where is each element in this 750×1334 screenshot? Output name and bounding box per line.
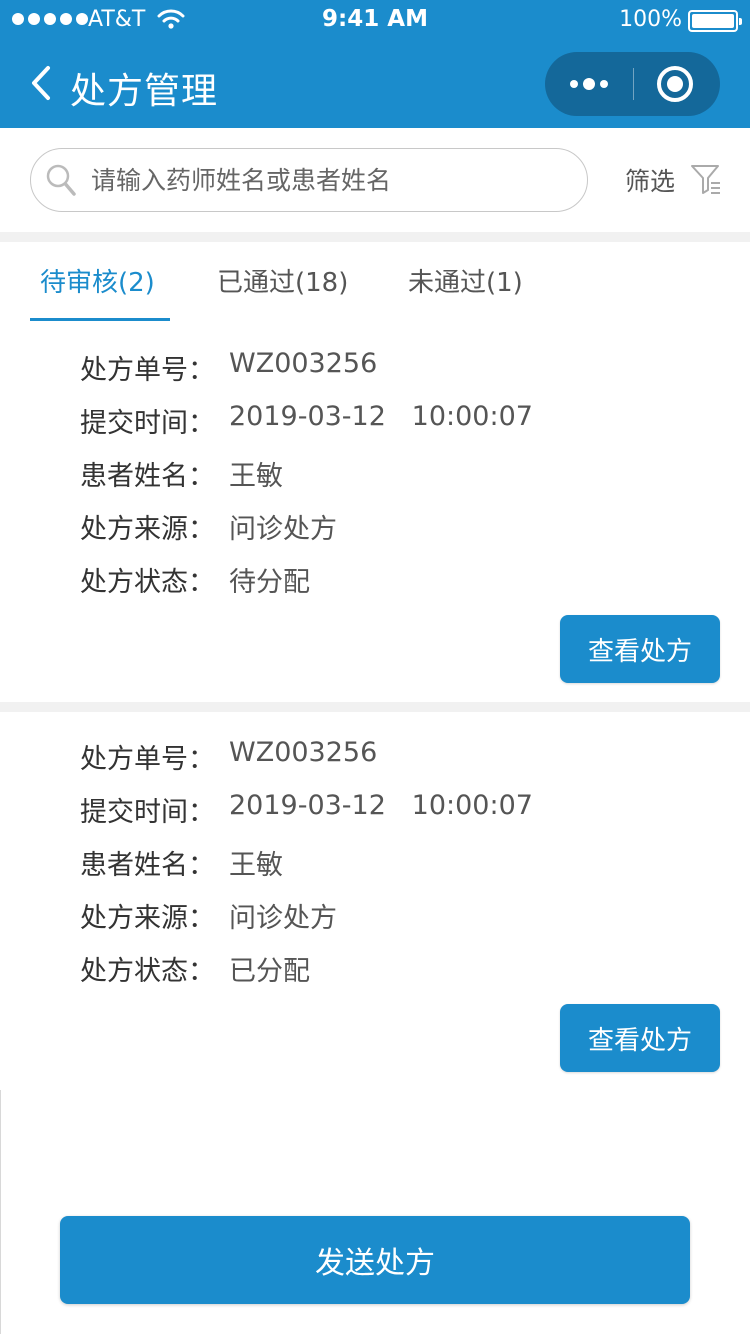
search-icon [46, 164, 76, 196]
header: AT&T 9:41 AM 100% 处方管理 [0, 0, 750, 128]
rx-status-label: 处方状态： [80, 956, 215, 987]
submit-time-value: 2019-03-12 10:00:07 [229, 401, 533, 432]
tab-rejected[interactable]: 未通过(1) [408, 262, 523, 299]
more-options-icon[interactable] [545, 52, 633, 116]
rx-number-value: WZ003256 [229, 737, 378, 768]
status-bar: AT&T 9:41 AM 100% [0, 0, 750, 40]
rx-status-row: 处方状态： 待分配 [80, 560, 310, 599]
search-box[interactable] [30, 148, 588, 212]
rx-number-row: 处方单号： WZ003256 [80, 348, 377, 387]
rx-status-value: 待分配 [229, 567, 310, 598]
patient-name-label: 患者姓名： [80, 461, 215, 492]
prescription-card: 处方单号： WZ003256 提交时间： 2019-03-12 10:00:07… [0, 322, 750, 702]
rx-source-label: 处方来源： [80, 903, 215, 934]
rx-status-row: 处方状态： 已分配 [80, 949, 310, 988]
prescription-card: 处方单号： WZ003256 提交时间： 2019-03-12 10:00:07… [0, 712, 750, 1090]
back-arrow-icon[interactable] [28, 64, 56, 102]
rx-number-label: 处方单号： [80, 355, 215, 386]
section-divider [0, 232, 750, 242]
tab-pending[interactable]: 待审核(2) [40, 262, 155, 299]
patient-name-row: 患者姓名： 王敏 [80, 454, 283, 493]
rx-source-value: 问诊处方 [229, 514, 337, 545]
rx-source-row: 处方来源： 问诊处方 [80, 896, 337, 935]
search-area: 筛选 [0, 128, 750, 232]
filter-label[interactable]: 筛选 [625, 162, 675, 198]
rx-source-value: 问诊处方 [229, 903, 337, 934]
send-prescription-button[interactable]: 发送处方 [60, 1216, 690, 1304]
rx-source-row: 处方来源： 问诊处方 [80, 507, 337, 546]
rx-source-label: 处方来源： [80, 514, 215, 545]
submit-time-label: 提交时间： [80, 408, 215, 439]
submit-time-row: 提交时间： 2019-03-12 10:00:07 [80, 790, 533, 829]
rx-number-label: 处方单号： [80, 744, 215, 775]
patient-name-value: 王敏 [229, 461, 283, 492]
active-tab-indicator [30, 318, 170, 321]
page-title: 处方管理 [70, 71, 219, 112]
capsule-divider [633, 68, 634, 100]
submit-time-label: 提交时间： [80, 797, 215, 828]
battery-icon [688, 10, 742, 32]
battery-percentage: 100% [619, 7, 682, 32]
patient-name-value: 王敏 [229, 850, 283, 881]
mini-program-capsule [545, 52, 720, 116]
rx-number-value: WZ003256 [229, 348, 378, 379]
view-prescription-button[interactable]: 查看处方 [560, 1004, 720, 1072]
rx-status-label: 处方状态： [80, 567, 215, 598]
tab-approved[interactable]: 已通过(18) [217, 262, 348, 299]
close-mini-program-icon[interactable] [657, 66, 693, 102]
rx-status-value: 已分配 [229, 956, 310, 987]
section-divider [0, 702, 750, 712]
status-tabs: 待审核(2) 已通过(18) 未通过(1) [0, 242, 750, 322]
submit-time-value: 2019-03-12 10:00:07 [229, 790, 533, 821]
patient-name-row: 患者姓名： 王敏 [80, 843, 283, 882]
submit-time-row: 提交时间： 2019-03-12 10:00:07 [80, 401, 533, 440]
edge-line [0, 1090, 1, 1334]
search-input[interactable] [91, 149, 571, 211]
view-prescription-button[interactable]: 查看处方 [560, 615, 720, 683]
rx-number-row: 处方单号： WZ003256 [80, 737, 377, 776]
patient-name-label: 患者姓名： [80, 850, 215, 881]
filter-funnel-icon[interactable] [690, 163, 722, 195]
